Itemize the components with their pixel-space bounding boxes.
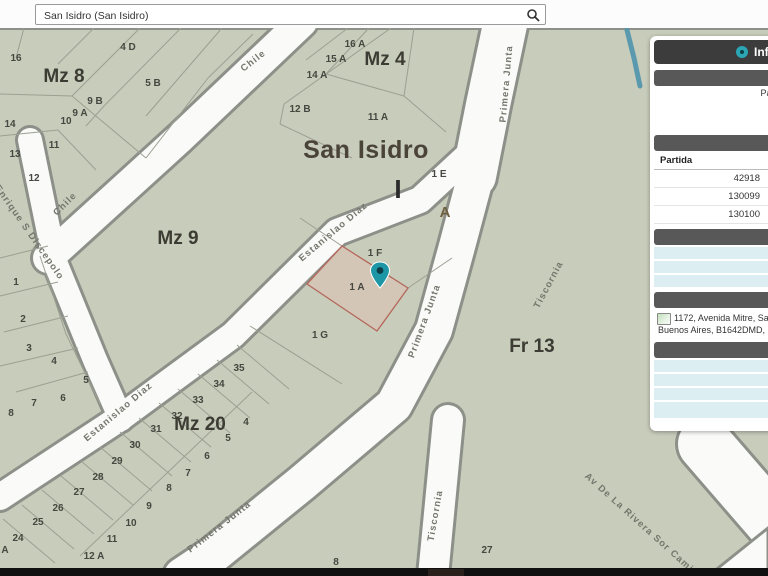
parcel-label: 3 [26,343,32,354]
section-direccion: Dire 1172, Avenida Mitre, Sa Buenos Aire… [654,292,768,337]
parcel-label: 6 [60,393,66,404]
parcel-label: 12 B [289,104,310,115]
parcel-label: 10 [125,518,137,529]
parcel-label: 4 D [120,42,136,53]
col-partida: Partida [654,153,760,170]
parcel-label: 9 B [87,96,103,107]
section-direccion-header: Dire [654,292,768,308]
address-line1: 1172, Avenida Mitre, Sa [656,313,768,323]
parcel-label: 8 [333,557,339,568]
parcel-label: 14 [4,119,16,130]
ubicacion-row: Longitud [654,388,768,400]
partida-row[interactable]: 42918 [654,170,768,188]
address-line2: Buenos Aires, B1642DMD, [656,325,768,335]
parcel-label: 7 [31,398,37,409]
parcel-label: 4 [51,356,57,367]
parcel-label: A [1,545,8,556]
section-valores: Valores Partida Sup. Ter 429181300991301… [654,135,768,224]
block-label: Mz 20 [174,414,226,435]
descripcion-row: Plan [654,247,768,259]
parcel-label: 8 [8,408,14,419]
section-valores-header: Valores [654,135,768,151]
partida-row[interactable]: 130100 [654,206,768,224]
valores-table: Partida Sup. Ter 42918130099130100 [654,153,768,224]
parcel-label: 9 [146,501,152,512]
info-panel: Infor Nomenclat Partido: 97 (San Isidro)… [650,36,768,431]
ubicacion-button-row: C [654,402,768,418]
parcel-label: 12 [28,173,40,184]
parcel-label: 2 [20,314,26,325]
parcel-label: 27 [73,487,85,498]
parcel-label: 5 B [145,78,161,89]
parcel-label: 27 [481,545,493,556]
panel-title-bar: Infor [654,40,768,64]
parcel-label: 1 A [349,282,364,293]
block-label: Mz 9 [157,228,198,249]
section-nomenclatura: Nomenclat Partido: 97 (San Isidro) Ci Ma… [654,70,768,130]
parcel-label: 31 [150,424,162,435]
section-ubicacion-header: Ubi [654,342,768,358]
descripcion-row: Pl [654,275,768,287]
parcel-label: 13 [9,149,21,160]
parcel-label: 7 [185,468,191,479]
parcel-label: 30 [129,440,141,451]
parcel-label: 16 [10,53,22,64]
parcel-label: 11 A [368,112,388,123]
parcel-label: 14 A [307,70,328,81]
block-label: Mz 4 [364,49,406,70]
partida-row[interactable]: 130099 [654,188,768,206]
section-descripcion: Des Plan D Pl [654,229,768,287]
taskbar[interactable] [0,568,768,576]
parcel-label: 25 [32,517,44,528]
parcel-label: 1 F [368,248,382,259]
parcel-label: 28 [92,472,104,483]
address-block: 1172, Avenida Mitre, Sa Buenos Aires, B1… [654,310,768,337]
section-descripcion-header: Des [654,229,768,245]
parcel-label: 11 [49,140,60,151]
search-box[interactable] [35,4,546,25]
parcel-label: 6 [204,451,210,462]
parcel-label: 1 G [312,330,328,341]
parcel-label: 1 [13,277,19,288]
section-letter-label: A [440,204,451,221]
parcel-label: 35 [233,363,245,374]
top-bar [0,0,768,28]
parcel-label: 12 A [84,551,105,562]
parcel-label: 1 E [431,169,446,180]
city-label: San Isidro [303,136,429,164]
parcel-label: 4 [243,417,249,428]
parcel-label: 10 [60,116,72,127]
parcel-label: 29 [111,456,123,467]
parcel-label: 9 A [72,108,87,119]
parcel-label: 16 A [345,39,366,50]
section-letter-label: I [394,174,401,204]
app-window: { "search": { "value": "San Isidro (San … [0,0,768,576]
parcel-label: 5 [83,375,89,386]
section-ubicacion: Ubi Escala Latitud Longitud C [654,342,768,418]
block-label: Mz 8 [43,66,84,87]
location-dot-icon [736,46,748,58]
parcel-label: 34 [213,379,225,390]
section-nomenclatura-header: Nomenclat [654,70,768,86]
parcel-label: 33 [192,395,204,406]
col-sup-terr: Sup. Ter [760,153,768,170]
parcel-label: 26 [52,503,64,514]
panel-title: Infor [754,45,768,59]
ubicacion-row: Latitud [654,374,768,386]
search-icon[interactable] [526,8,540,22]
parcel-label: 11 [107,534,118,545]
parcel-label: 15 A [326,54,347,65]
ubicacion-row: Escala [654,360,768,372]
descripcion-row: D [654,261,768,273]
parcel-label: 24 [12,533,24,544]
parcel-label: 8 [166,483,172,494]
parcel-label: 5 [225,433,231,444]
block-label: Fr 13 [509,336,554,357]
partido-text: Partido: 97 (San Isidro) Ci [760,88,768,98]
search-input[interactable] [42,5,526,26]
map-thumbnail-icon [657,313,671,325]
